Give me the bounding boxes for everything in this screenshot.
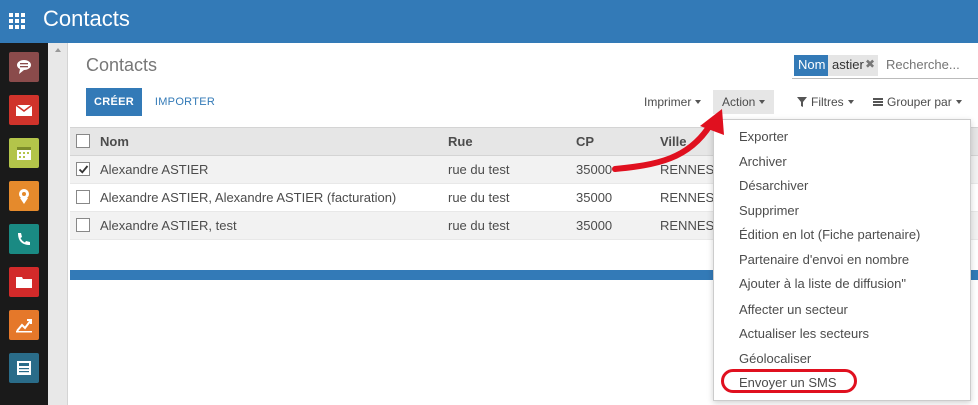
row-checkbox[interactable] — [76, 190, 90, 204]
phone-icon[interactable] — [9, 224, 39, 254]
menu-item-archive[interactable]: Archiver — [739, 154, 787, 169]
filter-icon — [797, 97, 807, 107]
row-checkbox[interactable] — [76, 162, 90, 176]
group-by-label: Grouper par — [887, 95, 952, 109]
select-all-checkbox[interactable] — [76, 134, 90, 148]
breadcrumb: Contacts — [86, 55, 158, 75]
annotation-highlight — [721, 369, 857, 393]
top-navbar: Contacts — [0, 0, 978, 43]
mail-icon[interactable] — [9, 95, 39, 125]
chart-icon[interactable] — [9, 310, 39, 340]
search-bar[interactable]: Nom astier ✖ — [792, 55, 978, 79]
cell-zip: 35000 — [576, 190, 613, 205]
sidebar-scrollbar[interactable] — [48, 43, 68, 405]
search-input[interactable] — [886, 57, 976, 72]
news-icon[interactable] — [9, 353, 39, 383]
menu-item-refresh-sectors[interactable]: Actualiser les secteurs — [739, 326, 869, 341]
search-facet-label: Nom — [794, 55, 830, 76]
menu-item-mass-mailing-partner[interactable]: Partenaire d'envoi en nombre — [739, 252, 909, 267]
import-button[interactable]: IMPORTER — [146, 88, 224, 116]
folder-icon[interactable] — [9, 267, 39, 297]
caret-down-icon — [759, 100, 766, 104]
bars-icon — [873, 98, 883, 106]
contacts-icon[interactable] — [9, 181, 39, 211]
menu-item-mass-edit[interactable]: Édition en lot (Fiche partenaire) — [739, 227, 920, 242]
search-facet-value: astier ✖ — [828, 55, 878, 76]
filters-label: Filtres — [811, 95, 844, 109]
column-header-street[interactable]: Rue — [448, 134, 473, 149]
cell-street: rue du test — [448, 162, 510, 177]
menu-item-export[interactable]: Exporter — [739, 129, 788, 144]
menu-item-geolocate[interactable]: Géolocaliser — [739, 351, 811, 366]
cell-city: RENNES — [660, 190, 715, 205]
cell-zip: 35000 — [576, 218, 613, 233]
app-title: Contacts — [43, 6, 130, 31]
row-checkbox[interactable] — [76, 218, 90, 232]
cell-street: rue du test — [448, 218, 510, 233]
group-by-dropdown[interactable]: Grouper par — [873, 90, 962, 114]
menu-item-add-to-mailing-list[interactable]: Ajouter à la liste de diffusion" — [739, 276, 906, 291]
cell-name: Alexandre ASTIER, test — [100, 218, 237, 233]
column-header-zip[interactable]: CP — [576, 134, 594, 149]
scroll-up-icon[interactable] — [55, 48, 61, 52]
create-button[interactable]: CRÉER — [86, 88, 142, 116]
column-header-name[interactable]: Nom — [100, 134, 129, 149]
cell-street: rue du test — [448, 190, 510, 205]
cell-name: Alexandre ASTIER, Alexandre ASTIER (fact… — [100, 190, 397, 205]
cell-city: RENNES — [660, 218, 715, 233]
action-menu: Exporter Archiver Désarchiver Supprimer … — [713, 119, 971, 401]
chat-icon[interactable] — [9, 52, 39, 82]
caret-down-icon — [955, 100, 962, 104]
filters-dropdown[interactable]: Filtres — [797, 90, 854, 114]
checkmark-icon — [78, 164, 88, 174]
apps-menu-icon[interactable] — [9, 13, 25, 29]
menu-item-unarchive[interactable]: Désarchiver — [739, 178, 808, 193]
facet-remove-icon[interactable]: ✖ — [865, 57, 875, 71]
caret-down-icon — [847, 100, 854, 104]
cell-name: Alexandre ASTIER — [100, 162, 209, 177]
annotation-arrow-icon — [612, 109, 724, 172]
menu-item-assign-sector[interactable]: Affecter un secteur — [739, 302, 848, 317]
menu-item-delete[interactable]: Supprimer — [739, 203, 799, 218]
app-sidebar — [0, 43, 48, 405]
calendar-icon[interactable] — [9, 138, 39, 168]
search-facet-text: astier — [832, 57, 864, 72]
